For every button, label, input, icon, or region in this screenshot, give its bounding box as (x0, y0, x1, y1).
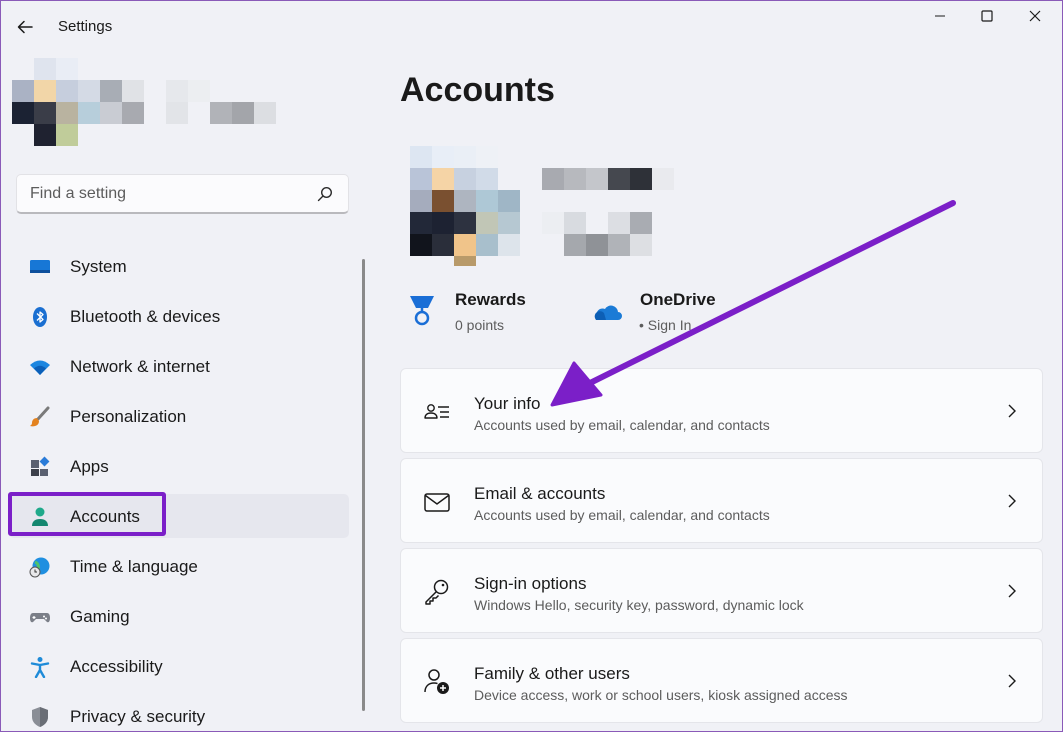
sidebar-item-label: Time & language (70, 557, 198, 576)
mail-icon (424, 493, 450, 512)
key-icon (425, 579, 449, 605)
wifi-icon (30, 360, 50, 375)
sidebar-item-privacy-security[interactable]: Privacy & security (9, 694, 349, 731)
rewards-points: 0 points (455, 317, 505, 333)
card-email-accounts[interactable]: Email & accounts Accounts used by email,… (400, 458, 1043, 543)
sidebar-item-accessibility[interactable]: Accessibility (9, 644, 349, 688)
card-subtitle: Device access, work or school users, kio… (474, 687, 848, 703)
sidebar-item-accounts[interactable]: Accounts (9, 494, 349, 538)
maximize-icon (981, 10, 993, 22)
accessibility-icon (30, 657, 50, 678)
sidebar-item-network[interactable]: Network & internet (9, 344, 349, 388)
sidebar-item-label: Accessibility (70, 657, 163, 676)
chevron-right-icon (1008, 404, 1016, 418)
sidebar-item-label: Apps (70, 457, 109, 476)
search-box[interactable] (16, 174, 349, 214)
card-subtitle: Windows Hello, security key, password, d… (474, 597, 804, 613)
card-sign-in-options[interactable]: Sign-in options Windows Hello, security … (400, 548, 1043, 633)
person-list-icon (424, 404, 449, 419)
card-your-info[interactable]: Your info Accounts used by email, calend… (400, 368, 1043, 453)
close-icon (1029, 10, 1041, 22)
sidebar-item-system[interactable]: System (9, 244, 349, 288)
sidebar-item-bluetooth[interactable]: Bluetooth & devices (9, 294, 349, 338)
brush-icon (30, 406, 50, 427)
sidebar-item-label: Bluetooth & devices (70, 307, 221, 326)
app-title: Settings (58, 18, 113, 35)
chevron-right-icon (1008, 674, 1016, 688)
monitor-icon (30, 260, 50, 273)
back-arrow-icon (17, 20, 33, 34)
person-add-icon (424, 669, 449, 694)
sidebar-scrollbar[interactable] (362, 259, 365, 711)
card-family-other-users[interactable]: Family & other users Device access, work… (400, 638, 1043, 723)
card-subtitle: Accounts used by email, calendar, and co… (474, 507, 770, 523)
card-title: Family & other users (474, 664, 630, 683)
back-button[interactable] (11, 13, 39, 41)
person-icon (32, 507, 48, 526)
search-icon[interactable] (316, 185, 334, 203)
onedrive-cloud-icon (594, 305, 622, 320)
bluetooth-icon (33, 307, 47, 327)
maximize-button[interactable] (964, 1, 1010, 31)
sidebar-item-label: Privacy & security (70, 707, 206, 726)
minimize-icon (935, 15, 945, 17)
card-title: Your info (474, 394, 541, 413)
chevron-right-icon (1008, 584, 1016, 598)
card-title: Sign-in options (474, 574, 587, 593)
shield-icon (32, 707, 48, 727)
active-indicator (9, 507, 12, 525)
globe-clock-icon (29, 557, 50, 578)
gamepad-icon (30, 613, 50, 623)
sidebar-item-label: Personalization (70, 407, 187, 426)
card-title: Email & accounts (474, 484, 606, 503)
sidebar-item-label: Gaming (70, 607, 130, 626)
sidebar-item-time-language[interactable]: Time & language (9, 544, 349, 588)
rewards-medal-icon (410, 296, 434, 326)
title-bar: Settings (1, 1, 1062, 53)
sidebar-item-label: Network & internet (70, 357, 210, 376)
close-button[interactable] (1012, 1, 1058, 31)
sidebar-item-label: System (70, 257, 127, 276)
page-title: Accounts (400, 71, 555, 109)
search-input[interactable] (17, 175, 307, 212)
onedrive-status[interactable]: • Sign In (639, 317, 691, 333)
card-subtitle: Accounts used by email, calendar, and co… (474, 417, 770, 433)
chevron-right-icon (1008, 494, 1016, 508)
settings-window: Settings Find a setting System Bluetooth… (0, 0, 1063, 732)
sidebar-item-label: Accounts (70, 507, 140, 526)
sidebar-item-personalization[interactable]: Personalization (9, 394, 349, 438)
minimize-button[interactable] (917, 1, 963, 31)
sidebar-item-apps[interactable]: Apps (9, 444, 349, 488)
sidebar-item-gaming[interactable]: Gaming (9, 594, 349, 638)
rewards-title: Rewards (455, 290, 526, 309)
onedrive-title: OneDrive (640, 290, 716, 309)
apps-icon (31, 456, 50, 476)
